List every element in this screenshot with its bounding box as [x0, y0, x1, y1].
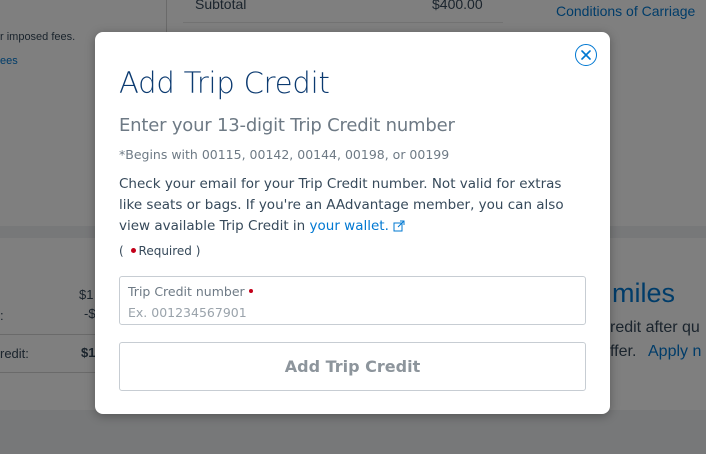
required-legend: ( Required ) [119, 244, 200, 258]
add-trip-credit-dialog: Add Trip Credit Enter your 13-digit Trip… [95, 32, 610, 414]
field-label-text: Trip Credit number [128, 284, 245, 299]
field-label: Trip Credit number [128, 284, 256, 299]
trip-credit-number-field[interactable]: Trip Credit number [119, 276, 586, 325]
required-paren: ( [119, 244, 124, 258]
dialog-body: Check your email for your Trip Credit nu… [119, 174, 579, 237]
required-dot-icon [248, 289, 253, 293]
external-link-icon [393, 220, 405, 232]
required-label: Required [138, 244, 192, 258]
required-dot-icon [130, 248, 136, 253]
close-icon [581, 50, 591, 60]
dialog-title: Add Trip Credit [119, 66, 330, 100]
prefix-hint: *Begins with 00115, 00142, 00144, 00198,… [119, 147, 450, 162]
add-trip-credit-button[interactable]: Add Trip Credit [119, 342, 586, 391]
wallet-link[interactable]: your wallet. [310, 218, 405, 234]
dialog-subtitle: Enter your 13-digit Trip Credit number [119, 115, 455, 136]
close-button[interactable] [575, 44, 597, 66]
trip-credit-number-input[interactable] [128, 303, 568, 321]
wallet-link-label: your wallet. [309, 218, 389, 234]
required-paren: ) [195, 244, 201, 258]
